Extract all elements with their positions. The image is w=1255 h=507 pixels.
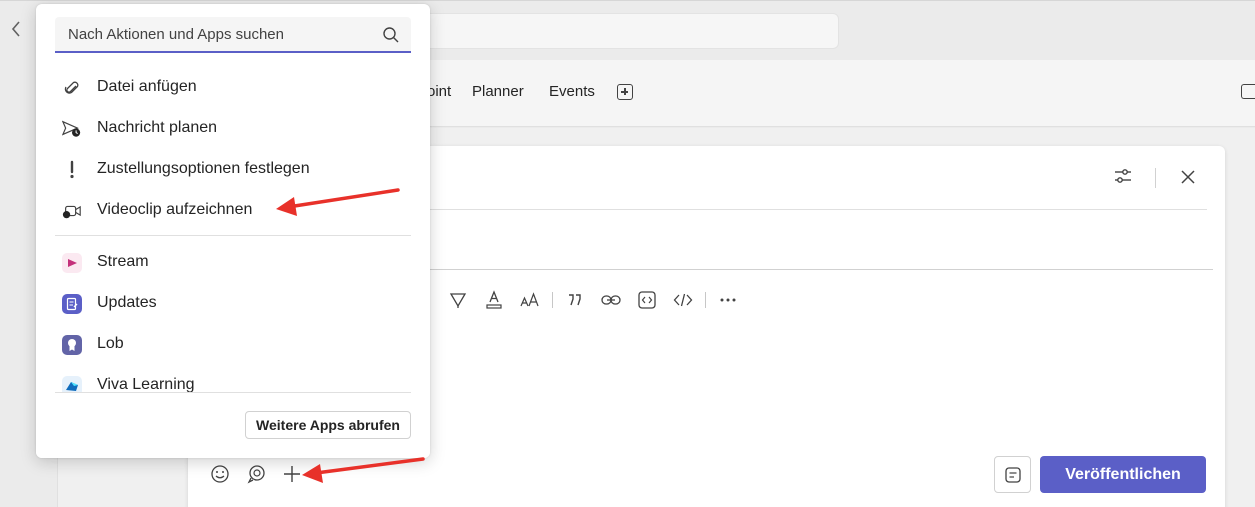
menu-item-app-praise[interactable]: Lob (36, 324, 430, 365)
global-search-bar[interactable] (400, 13, 839, 49)
subject-divider (428, 209, 1207, 210)
menu-item-schedule-message[interactable]: Nachricht planen (36, 108, 430, 149)
link-icon[interactable] (593, 288, 629, 312)
tab-events[interactable]: Events (549, 83, 595, 100)
menu-item-label: Stream (97, 253, 149, 270)
menu-item-label: Videoclip aufzeichnen (97, 201, 253, 218)
more-options-icon[interactable] (710, 288, 746, 312)
menu-item-label: Zustellungsoptionen festlegen (97, 160, 310, 177)
compose-actions (202, 462, 310, 486)
back-arrow-icon[interactable] (10, 19, 30, 43)
video-clip-icon (62, 201, 82, 221)
editor-divider (428, 269, 1213, 270)
menu-item-app-stream[interactable]: Stream (36, 242, 430, 283)
annotation-arrow-icon (276, 188, 400, 216)
updates-app-icon (62, 294, 82, 314)
font-size-icon[interactable] (512, 288, 548, 312)
highlight-icon[interactable] (440, 288, 476, 312)
send-clock-icon (62, 119, 82, 139)
menu-item-label: Lob (97, 335, 124, 352)
search-icon[interactable] (382, 26, 400, 44)
tab-sharepoint[interactable]: oint (427, 83, 451, 100)
menu-item-label: Nachricht planen (97, 119, 218, 136)
video-call-icon[interactable] (1241, 84, 1255, 99)
add-tab-plus-icon[interactable] (617, 84, 633, 100)
settings-sliders-icon[interactable] (1113, 166, 1133, 186)
toolbar-separator (1155, 168, 1156, 188)
menu-item-label: Datei anfügen (97, 78, 197, 95)
quote-icon[interactable] (557, 288, 593, 312)
paperclip-icon (62, 78, 82, 98)
format-toolbar (440, 288, 746, 312)
tab-planner[interactable]: Planner (472, 83, 524, 100)
font-color-icon[interactable] (476, 288, 512, 312)
toolbar-separator (552, 292, 553, 308)
loop-paste-button[interactable] (994, 456, 1031, 493)
annotation-arrow-icon (302, 457, 425, 483)
get-more-apps-button[interactable]: Weitere Apps abrufen (245, 411, 411, 439)
praise-app-icon (62, 335, 82, 355)
close-icon[interactable] (1178, 167, 1198, 187)
loop-component-icon[interactable] (238, 462, 274, 486)
menu-search-field[interactable] (55, 17, 411, 53)
form-icon (1004, 466, 1021, 483)
publish-button[interactable]: Veröffentlichen (1040, 456, 1206, 493)
exclamation-icon (62, 160, 82, 180)
code-snippet-icon[interactable] (629, 288, 665, 312)
menu-divider (55, 235, 411, 236)
menu-item-app-updates[interactable]: Updates (36, 283, 430, 324)
menu-item-attach-file[interactable]: Datei anfügen (36, 67, 430, 108)
menu-item-label: Updates (97, 294, 157, 311)
actions-apps-menu: Datei anfügen Nachricht planen Zustellun… (36, 4, 430, 458)
emoji-icon[interactable] (202, 462, 238, 486)
toolbar-separator (705, 292, 706, 308)
menu-search-input[interactable] (55, 17, 375, 51)
stream-app-icon (62, 253, 82, 273)
code-icon[interactable] (665, 288, 701, 312)
